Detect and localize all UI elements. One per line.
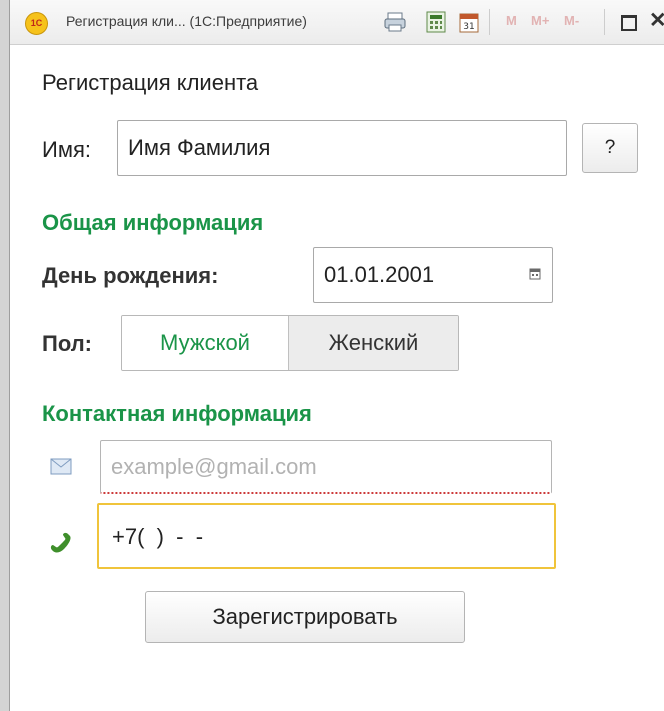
- birthday-label: День рождения:: [42, 263, 219, 288]
- birthday-field[interactable]: 01.01.2001: [313, 247, 553, 303]
- calculator-icon[interactable]: [425, 11, 447, 33]
- toolbar-separator: [604, 9, 605, 35]
- svg-text:31: 31: [463, 22, 474, 32]
- contact-info-group-title: Контактная информация: [42, 401, 312, 426]
- name-field[interactable]: Имя Фамилия: [117, 120, 567, 176]
- app-logo-icon: 1С: [25, 12, 48, 35]
- help-button[interactable]: ?: [582, 123, 638, 173]
- window-left-edge: [0, 0, 10, 711]
- print-icon[interactable]: [383, 11, 407, 33]
- phone-icon: [50, 532, 71, 553]
- sex-option-female[interactable]: Женский: [288, 316, 458, 370]
- memory-button-m[interactable]: M: [506, 13, 517, 28]
- maximize-icon[interactable]: [621, 15, 637, 31]
- calendar-picker-icon[interactable]: [521, 260, 549, 288]
- general-info-group-title: Общая информация: [42, 210, 264, 235]
- memory-button-m-plus[interactable]: M+: [531, 13, 549, 28]
- email-icon: [50, 458, 72, 475]
- sex-option-male[interactable]: Мужской: [122, 316, 288, 370]
- toolbar-separator: [489, 9, 490, 35]
- window-titlebar: 1С Регистрация кли... (1С:Предприятие) 3…: [10, 0, 664, 45]
- close-icon[interactable]: ✕: [649, 8, 664, 33]
- sex-label: Пол:: [42, 331, 93, 356]
- memory-button-m-minus[interactable]: M-: [564, 13, 579, 28]
- window-title: Регистрация кли... (1С:Предприятие): [66, 13, 307, 29]
- sex-selector: Мужской Женский: [121, 315, 459, 371]
- register-button[interactable]: Зарегистрировать: [145, 591, 465, 643]
- calendar-icon[interactable]: 31: [458, 11, 480, 33]
- name-label: Имя:: [42, 137, 91, 162]
- phone-field[interactable]: +7( ) - -: [97, 503, 556, 569]
- form-title: Регистрация клиента: [42, 70, 259, 95]
- email-field[interactable]: [100, 440, 552, 494]
